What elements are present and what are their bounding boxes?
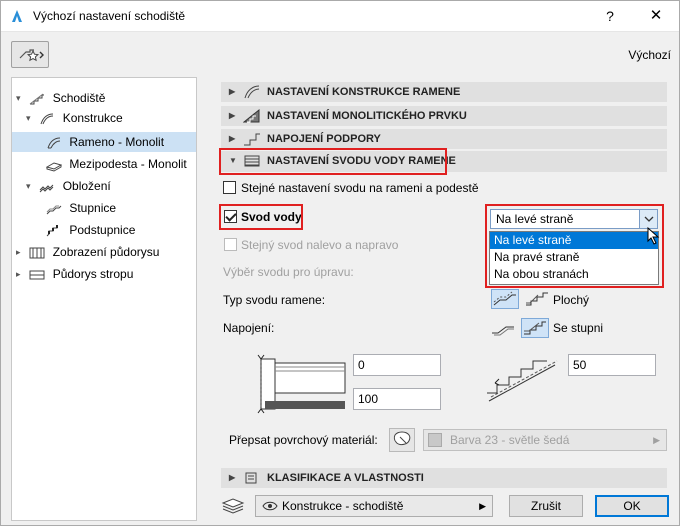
connection-value: Se stupni: [553, 321, 604, 335]
expand-arrow-icon: ▾: [16, 93, 21, 103]
recessed-drain-icon: [493, 291, 516, 306]
material-swatch-icon: [428, 433, 442, 447]
top-offset-input[interactable]: 0: [353, 354, 441, 376]
tree-item-finish[interactable]: ▾ Obložení: [26, 176, 111, 196]
connection-straight-button[interactable]: [489, 318, 517, 338]
expand-triangle-icon: ▶: [229, 111, 236, 120]
tree-item-label: Stupnice: [69, 201, 117, 215]
highlight-water-drain: [219, 204, 303, 230]
section-title: NASTAVENÍ KONSTRUKCE RAMENE: [267, 86, 461, 98]
straight-connection-icon: [492, 326, 514, 336]
chevron-right-icon: ▶: [479, 501, 486, 511]
default-settings-label: Výchozí: [628, 48, 671, 62]
tree-item-label: Obložení: [62, 179, 111, 193]
section-monolithic-element[interactable]: ▶ NASTAVENÍ MONOLITICKÉHO PRVKU: [221, 106, 667, 126]
same-drain-checkbox[interactable]: [224, 238, 237, 251]
help-button[interactable]: ?: [587, 3, 633, 29]
settings-panel: ▶ NASTAVENÍ KONSTRUKCE RAMENE ▶ NASTAVEN…: [207, 77, 673, 521]
structure-icon: [40, 113, 54, 125]
dialog-window: Výchozí nastavení schodiště ? ✕ Výchozí …: [0, 0, 680, 526]
cancel-button[interactable]: Zrušit: [509, 495, 583, 517]
tree-item-structure[interactable]: ▾ Konstrukce: [26, 108, 123, 128]
highlight-section-title: [219, 148, 447, 175]
section-title: KLASIFIKACE A VLASTNOSTI: [267, 472, 424, 484]
flight-structure-icon: [244, 85, 260, 99]
side-offset-input[interactable]: 50: [568, 354, 656, 376]
support-connection-icon: [244, 133, 260, 146]
favorites-icon: [19, 49, 44, 62]
archicad-logo-icon: [9, 8, 25, 24]
stepped-connection-icon: [524, 321, 546, 335]
close-button[interactable]: ✕: [633, 3, 679, 29]
flight-icon: [47, 137, 61, 149]
same-drain-label: Stejný svod nalevo a napravo: [241, 238, 399, 252]
ceiling-plan-icon: [29, 270, 45, 280]
expand-triangle-icon: ▶: [229, 87, 236, 96]
ok-button[interactable]: OK: [595, 495, 669, 517]
flat-drain-icon: [526, 292, 548, 306]
tree-item-label: Mezipodesta - Monolit: [69, 157, 187, 171]
override-material-label: Přepsat povrchový materiál:: [229, 433, 378, 447]
connection-stepped-button[interactable]: [521, 318, 549, 338]
expand-arrow-icon: ▾: [26, 113, 31, 123]
drain-section-diagram: [257, 354, 346, 414]
expand-triangle-icon: ▶: [229, 134, 236, 143]
material-brush-icon: [393, 431, 411, 446]
layer-value: Konstrukce - schodiště: [282, 499, 404, 513]
tree-item-risers[interactable]: Podstupnice: [46, 220, 135, 240]
floor-plan-icon: [29, 247, 45, 259]
drain-type-value: Plochý: [553, 293, 590, 307]
tree-item-flight-monolithic[interactable]: Rameno - Monolit: [12, 132, 196, 152]
tree-item-label: Podstupnice: [69, 223, 136, 237]
material-value: Barva 23 - světle šedá: [450, 433, 570, 447]
riser-icon: [46, 224, 58, 237]
tree-item-label: Konstrukce: [62, 111, 123, 125]
favorites-button[interactable]: [11, 41, 49, 68]
stair-icon: [30, 93, 45, 105]
select-drain-label: Výběr svodu pro úpravu:: [223, 265, 354, 279]
chevron-right-icon: ▶: [653, 435, 660, 445]
connection-label: Napojení:: [223, 321, 275, 335]
layer-select[interactable]: Konstrukce - schodiště ▶: [255, 495, 493, 517]
material-select[interactable]: Barva 23 - světle šedá ▶: [423, 429, 667, 451]
eye-icon: [262, 501, 278, 511]
section-flight-structure[interactable]: ▶ NASTAVENÍ KONSTRUKCE RAMENE: [221, 82, 667, 102]
tree-item-label: Schodiště: [52, 91, 106, 105]
expand-arrow-icon: ▸: [16, 269, 21, 279]
expand-arrow-icon: ▸: [16, 247, 21, 257]
settings-tree: ▾ Schodiště ▾ Konstrukce Rameno - Monoli…: [11, 77, 197, 521]
highlight-side-dropdown: [485, 204, 664, 288]
section-classification[interactable]: ▶ KLASIFIKACE A VLASTNOSTI: [221, 468, 667, 488]
section-title: NAPOJENÍ PODPORY: [267, 133, 381, 145]
bottom-offset-input[interactable]: 100: [353, 388, 441, 410]
same-settings-checkbox[interactable]: [223, 181, 236, 194]
layers-icon: [221, 498, 245, 514]
window-title: Výchozí nastavení schodiště: [33, 9, 186, 23]
monolithic-icon: [243, 108, 260, 123]
same-settings-label: Stejné nastavení svodu na rameni a podes…: [241, 181, 479, 195]
section-support-connection[interactable]: ▶ NAPOJENÍ PODPORY: [221, 129, 667, 149]
tree-item-stair[interactable]: ▾ Schodiště: [16, 88, 105, 108]
expand-triangle-icon: ▶: [229, 473, 236, 482]
landing-icon: [45, 162, 63, 172]
classification-icon: [245, 472, 257, 484]
tree-item-label: Půdorys stropu: [52, 267, 134, 281]
tree-item-floor-plan-display[interactable]: ▸ Zobrazení půdorysu: [16, 242, 159, 262]
tree-item-treads[interactable]: Stupnice: [46, 198, 116, 218]
tree-item-ceiling-plan[interactable]: ▸ Půdorys stropu: [16, 264, 133, 284]
mouse-cursor-icon: [647, 227, 660, 245]
drain-type-recessed-button[interactable]: [491, 289, 519, 309]
expand-arrow-icon: ▾: [26, 181, 31, 191]
tree-item-label: Zobrazení půdorysu: [52, 245, 160, 259]
step-offset-diagram: [487, 360, 558, 402]
drain-type-label: Typ svodu ramene:: [223, 293, 326, 307]
tree-item-landing-monolithic[interactable]: Mezipodesta - Monolit: [45, 154, 187, 174]
tread-icon: [46, 205, 62, 215]
override-material-toggle[interactable]: [389, 428, 415, 452]
tree-item-label: Rameno - Monolit: [69, 135, 165, 149]
section-title: NASTAVENÍ MONOLITICKÉHO PRVKU: [267, 110, 467, 122]
drain-type-flat-button[interactable]: [523, 289, 551, 309]
finish-icon: [39, 184, 54, 193]
title-bar: Výchozí nastavení schodiště ? ✕: [1, 1, 679, 32]
